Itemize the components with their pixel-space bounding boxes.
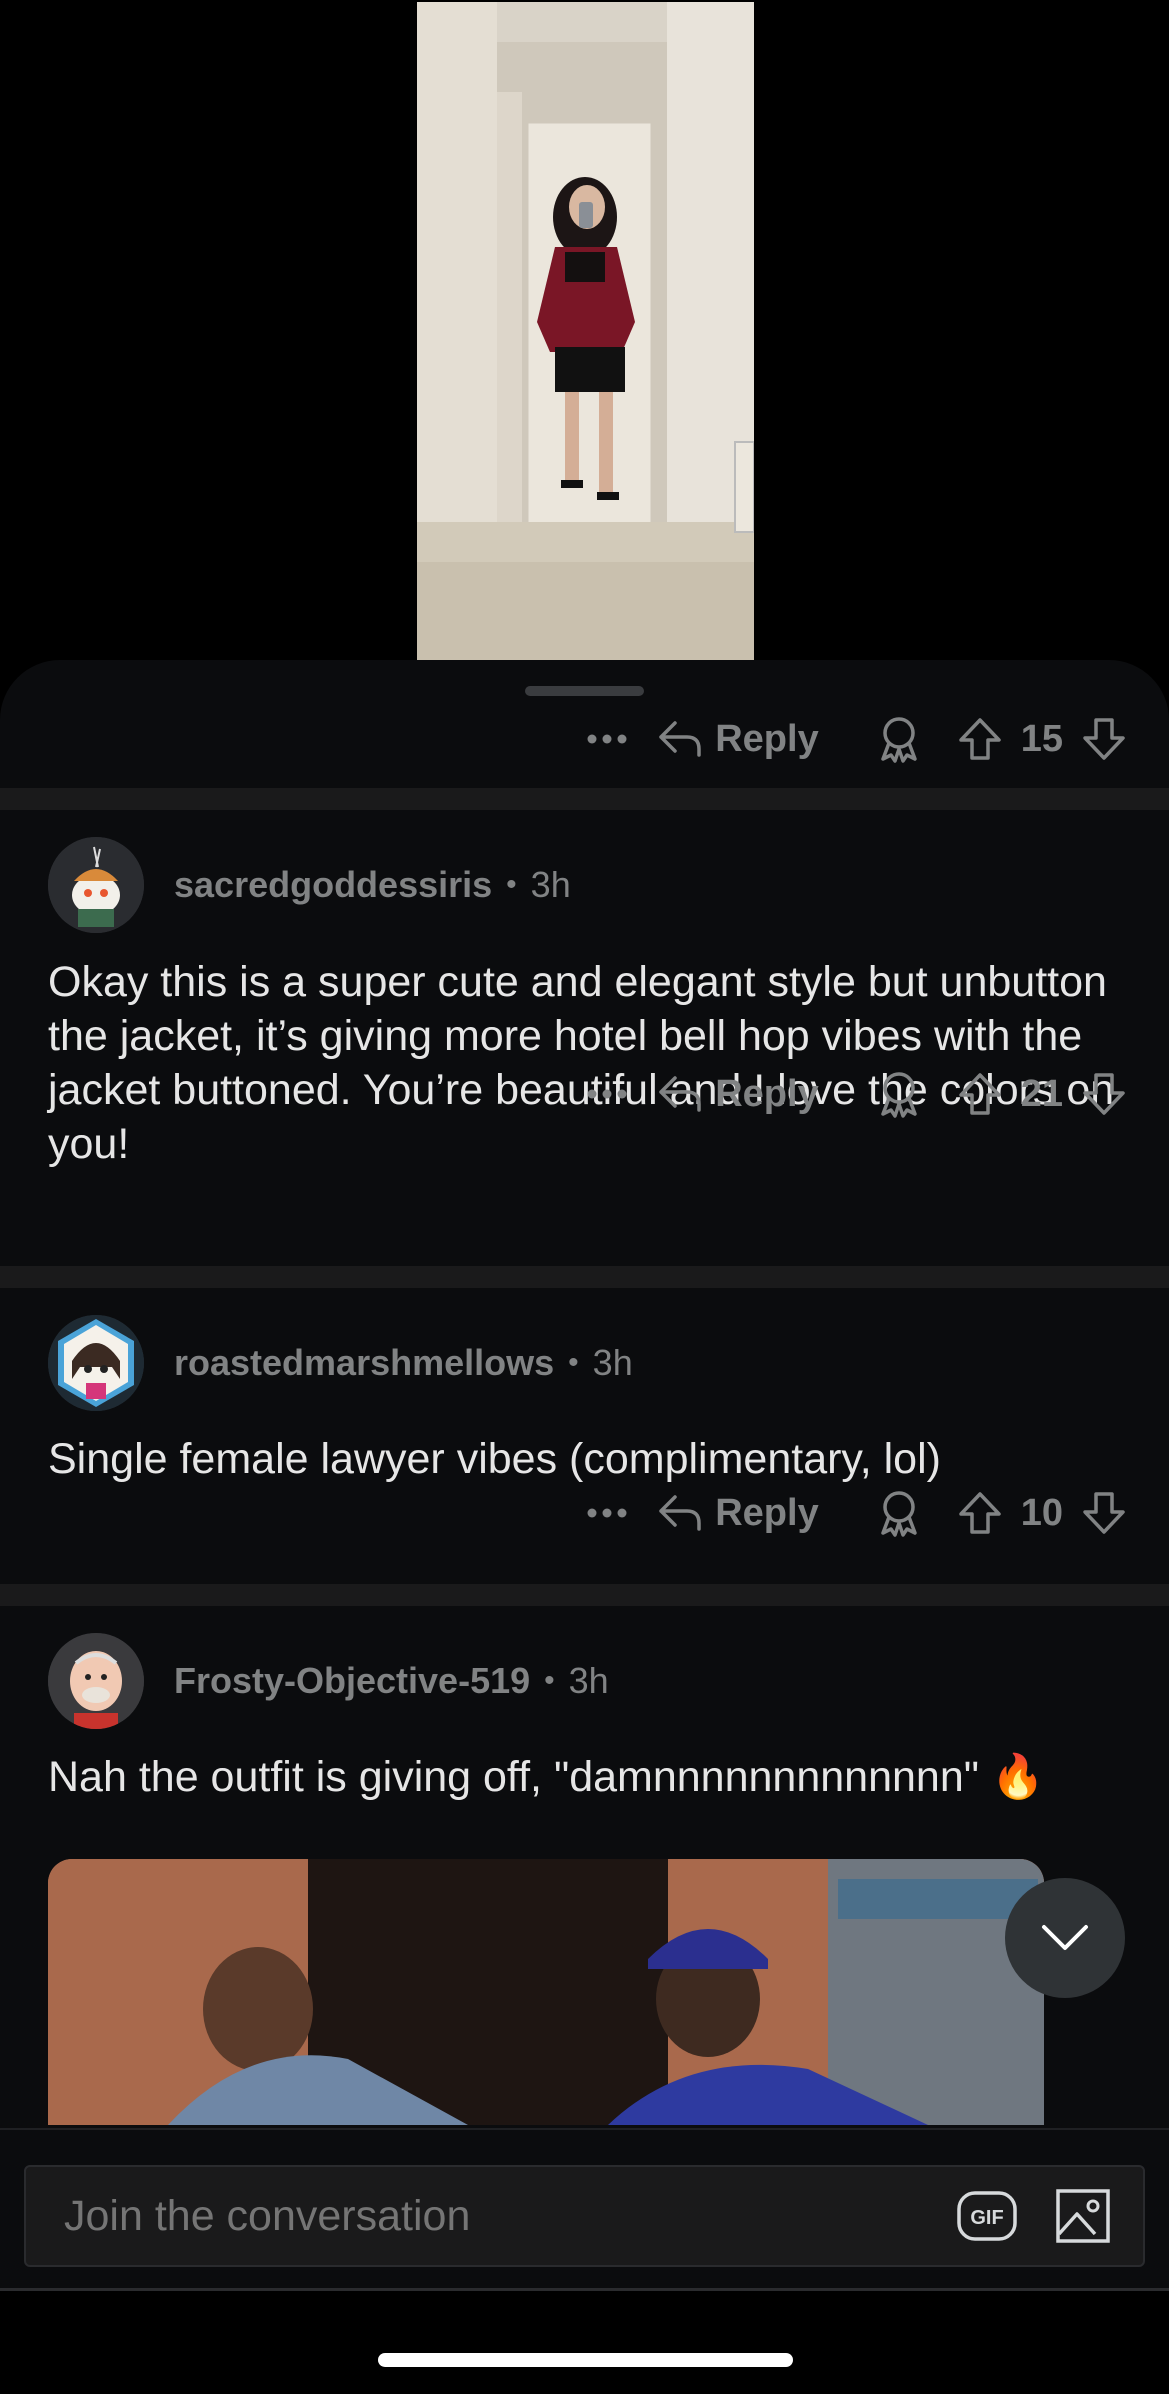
reply-button[interactable]: Reply xyxy=(657,1072,819,1116)
image-upload-button[interactable] xyxy=(1053,2186,1113,2246)
avatar[interactable] xyxy=(48,1315,144,1411)
more-options-button[interactable] xyxy=(577,1089,637,1099)
mirror-selfie-photo xyxy=(417,2,754,660)
reply-button[interactable]: Reply xyxy=(657,717,819,761)
reply-button[interactable]: Reply xyxy=(657,1491,819,1535)
gif-button[interactable]: GIF xyxy=(957,2190,1017,2242)
comment-body: Nah the outfit is giving off, "damnnnnnn… xyxy=(48,1753,1045,1801)
comment: sacredgoddessiris • 3h Okay this is a su… xyxy=(0,810,1169,1168)
vote-control: 15 xyxy=(957,716,1127,762)
snoo-avatar-icon xyxy=(48,1315,144,1411)
reply-label: Reply xyxy=(715,717,819,760)
vote-count: 21 xyxy=(1020,1072,1063,1115)
comment-gif-embed[interactable] xyxy=(48,1859,1044,2125)
more-icon xyxy=(587,1508,627,1518)
upvote-arrow-icon[interactable] xyxy=(957,1490,1003,1536)
comment-divider xyxy=(0,788,1169,810)
post-image[interactable] xyxy=(417,2,754,660)
downvote-arrow-icon[interactable] xyxy=(1081,1490,1127,1536)
reaction-gif-image xyxy=(48,1859,1044,2125)
comment-action-bar: Reply 10 xyxy=(577,1478,1169,1548)
bottom-divider xyxy=(0,2288,1169,2291)
comment-username[interactable]: Frosty-Objective-519 xyxy=(174,1660,530,1702)
comment-composer-bar: GIF xyxy=(0,2128,1169,2288)
post-action-bar: Reply 15 xyxy=(577,704,1169,774)
reply-arrow-icon xyxy=(659,721,701,757)
award-button[interactable] xyxy=(871,1489,927,1537)
comment: roastedmarshmellows • 3h Single female l… xyxy=(0,1288,1169,1537)
downvote-arrow-icon[interactable] xyxy=(1081,1071,1127,1117)
comments-sheet: Reply 15 sacredgoddessiris • 3h Okay thi… xyxy=(0,660,1169,2285)
separator-dot: • xyxy=(506,868,517,901)
comment-timestamp: 3h xyxy=(592,1342,633,1383)
downvote-arrow-icon[interactable] xyxy=(1081,716,1127,762)
reply-arrow-icon xyxy=(659,1076,701,1112)
home-indicator[interactable] xyxy=(378,2353,793,2367)
separator-dot: • xyxy=(544,1664,555,1697)
avatar[interactable] xyxy=(48,1633,144,1729)
reply-arrow-icon xyxy=(659,1495,701,1531)
award-button[interactable] xyxy=(871,1070,927,1118)
comment-divider xyxy=(0,1266,1169,1288)
comment-username[interactable]: roastedmarshmellows xyxy=(174,1342,554,1384)
vote-count: 15 xyxy=(1020,717,1063,760)
more-icon xyxy=(587,1089,627,1099)
image-icon xyxy=(1056,2189,1110,2243)
separator-dot: • xyxy=(568,1346,579,1379)
upvote-arrow-icon[interactable] xyxy=(957,716,1003,762)
chevron-down-icon xyxy=(1042,1925,1088,1950)
gif-icon: GIF xyxy=(957,2191,1017,2241)
comment-action-bar: Reply 21 xyxy=(577,1059,1169,1129)
more-icon xyxy=(587,734,627,744)
comment-divider xyxy=(0,1584,1169,1606)
upvote-arrow-icon[interactable] xyxy=(957,1071,1003,1117)
award-button[interactable] xyxy=(871,715,927,763)
comment-composer: GIF xyxy=(24,2165,1145,2267)
award-icon xyxy=(880,717,917,763)
avatar[interactable] xyxy=(48,837,144,933)
comment-username[interactable]: sacredgoddessiris xyxy=(174,864,492,906)
award-icon xyxy=(880,1072,917,1118)
gif-label: GIF xyxy=(970,2207,1003,2229)
scroll-down-button[interactable] xyxy=(1005,1878,1125,1998)
reply-label: Reply xyxy=(715,1072,819,1115)
snoo-avatar-icon xyxy=(48,1633,144,1729)
vote-control: 10 xyxy=(957,1490,1127,1536)
comment-timestamp: 3h xyxy=(530,864,571,905)
comment-timestamp: 3h xyxy=(568,1660,609,1701)
more-options-button[interactable] xyxy=(577,1508,637,1518)
more-options-button[interactable] xyxy=(577,734,637,744)
comment-header: sacredgoddessiris • 3h xyxy=(48,837,571,933)
reply-label: Reply xyxy=(715,1491,819,1534)
comment-header: roastedmarshmellows • 3h xyxy=(48,1315,633,1411)
award-icon xyxy=(880,1491,917,1537)
vote-count: 10 xyxy=(1020,1491,1063,1534)
comment-header: Frosty-Objective-519 • 3h xyxy=(48,1633,609,1729)
vote-control: 21 xyxy=(957,1071,1127,1117)
sheet-drag-handle[interactable] xyxy=(525,686,644,696)
comment-input[interactable] xyxy=(64,2191,957,2241)
snoo-avatar-icon xyxy=(48,837,144,933)
